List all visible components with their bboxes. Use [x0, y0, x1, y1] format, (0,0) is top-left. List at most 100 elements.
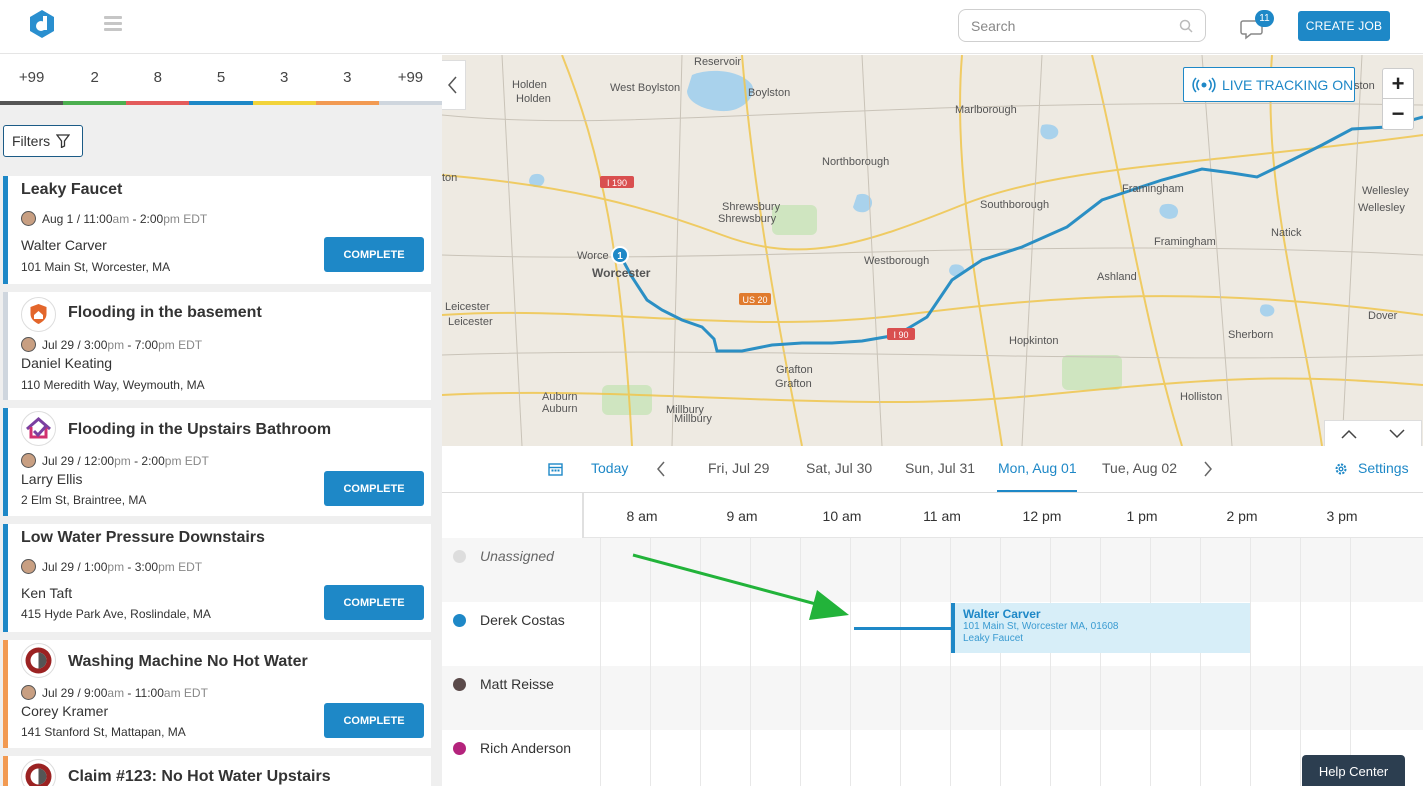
status-count[interactable]: 5: [189, 55, 253, 105]
brand-circle-icon: [21, 759, 56, 786]
avatar: [21, 559, 36, 574]
road-label: I 190: [607, 178, 627, 188]
town-label: Wellesley: [1362, 185, 1409, 197]
job-card[interactable]: Low Water Pressure Downstairs Jul 29 / 1…: [3, 524, 431, 632]
job-address: 2 Elm St, Braintree, MA: [21, 493, 147, 507]
today-button[interactable]: Today: [591, 460, 628, 476]
avatar: [21, 211, 36, 226]
zoom-out-button[interactable]: −: [1383, 99, 1413, 129]
avatar: [21, 685, 36, 700]
search-input[interactable]: [971, 17, 1179, 34]
complete-button[interactable]: COMPLETE: [324, 237, 424, 272]
scheduled-job-block[interactable]: Walter Carver 101 Main St, Worcester MA,…: [951, 603, 1250, 653]
town-label: Holden: [512, 79, 547, 91]
complete-button[interactable]: COMPLETE: [324, 585, 424, 620]
job-card[interactable]: Leaky Faucet Aug 1 / 11:00am - 2:00pm ED…: [3, 176, 431, 284]
search-box[interactable]: [958, 9, 1206, 42]
town-label: West Boylston: [610, 82, 680, 94]
chevron-left-icon[interactable]: [656, 461, 666, 477]
map-size-toggles: [1324, 420, 1422, 447]
customer-name: Daniel Keating: [21, 355, 113, 371]
gear-icon[interactable]: [1334, 462, 1348, 476]
job-card[interactable]: Claim #123: No Hot Water Upstairs: [3, 756, 431, 786]
lane-technician[interactable]: Derek Costas: [442, 602, 1423, 666]
hour-gridline: [600, 538, 601, 786]
hour-label: 2 pm: [1226, 508, 1258, 524]
job-title: Claim #123: No Hot Water Upstairs: [68, 768, 331, 785]
chevron-up-icon: [1341, 429, 1357, 439]
customer-name: Ken Taft: [21, 585, 73, 601]
town-label: Grafton: [776, 364, 813, 376]
filters-button[interactable]: Filters: [3, 125, 83, 157]
town-label: Boylston: [748, 87, 790, 99]
notifications-button[interactable]: 11: [1240, 10, 1274, 40]
status-count[interactable]: 3: [315, 55, 379, 105]
town-label: Sherborn: [1228, 329, 1273, 341]
status-count[interactable]: 2: [63, 55, 127, 105]
live-tracking-button[interactable]: LIVE TRACKING ON: [1183, 67, 1355, 102]
day-tab-active[interactable]: Mon, Aug 01: [998, 460, 1077, 476]
calendar-icon[interactable]: [548, 462, 563, 476]
day-tab[interactable]: Tue, Aug 02: [1102, 460, 1177, 476]
zoom-in-button[interactable]: +: [1383, 69, 1413, 99]
town-label: Leicester: [448, 316, 493, 328]
lane-technician[interactable]: Rich Anderson: [442, 730, 1423, 786]
town-label: Reservoir: [694, 56, 741, 68]
settings-button[interactable]: Settings: [1358, 460, 1409, 476]
job-title: Leaky Faucet: [21, 181, 123, 198]
event-customer: Walter Carver: [963, 607, 1041, 621]
status-counts: +99 2 8 5 3 3 +99: [0, 55, 442, 105]
search-icon[interactable]: [1179, 19, 1193, 33]
job-title: Flooding in the Upstairs Bathroom: [68, 421, 332, 438]
status-count[interactable]: +99: [378, 55, 442, 105]
day-tab[interactable]: Sun, Jul 31: [905, 460, 975, 476]
hour-gridline: [1100, 538, 1101, 786]
status-count[interactable]: +99: [0, 55, 64, 105]
status-count[interactable]: 8: [126, 55, 190, 105]
town-label: ston: [1354, 80, 1375, 92]
town-label: Dover: [1368, 310, 1398, 322]
town-label: Framingham: [1122, 183, 1184, 195]
complete-button[interactable]: COMPLETE: [324, 703, 424, 738]
day-tab[interactable]: Sat, Jul 30: [806, 460, 872, 476]
map-canvas[interactable]: I 190 US 20 I 90 1 Reservoir Holden Hold…: [442, 55, 1423, 446]
app-logo-icon[interactable]: [28, 9, 56, 39]
collapse-panel-button[interactable]: [442, 60, 466, 110]
avatar: [21, 453, 36, 468]
job-card[interactable]: Flooding in the basement Jul 29 / 3:00pm…: [3, 292, 431, 400]
hour-header: 8 am 9 am 10 am 11 am 12 pm 1 pm 2 pm 3 …: [584, 493, 1423, 538]
hour-gridline: [1000, 538, 1001, 786]
status-count[interactable]: 3: [252, 55, 316, 105]
day-tab[interactable]: Fri, Jul 29: [708, 460, 769, 476]
expand-up-button[interactable]: [1325, 421, 1373, 446]
brand-circle-icon: [21, 643, 56, 678]
town-label: Marlborough: [955, 104, 1017, 116]
active-day-underline: [997, 490, 1077, 492]
lane-technician[interactable]: Matt Reisse: [442, 666, 1423, 730]
job-address: 101 Main St, Worcester, MA: [21, 260, 171, 274]
job-card[interactable]: Flooding in the Upstairs Bathroom Jul 29…: [3, 408, 431, 516]
live-tracking-label: LIVE TRACKING ON: [1222, 76, 1354, 93]
town-label: ton: [442, 172, 457, 184]
town-label: Worcester: [592, 266, 651, 280]
map[interactable]: I 190 US 20 I 90 1 Reservoir Holden Hold…: [442, 55, 1423, 446]
complete-button[interactable]: COMPLETE: [324, 471, 424, 506]
hour-label: 12 pm: [1022, 508, 1062, 524]
hour-gridline: [1300, 538, 1301, 786]
menu-icon[interactable]: [104, 16, 122, 32]
hour-label: 11 am: [923, 508, 961, 524]
job-card[interactable]: Washing Machine No Hot Water Jul 29 / 9:…: [3, 640, 431, 748]
tech-color-dot: [453, 550, 466, 563]
town-label: Hopkinton: [1009, 335, 1059, 347]
chevron-right-icon[interactable]: [1203, 461, 1213, 477]
create-job-button[interactable]: CREATE JOB: [1298, 11, 1390, 41]
town-label: Wellesley: [1358, 202, 1405, 214]
town-label: Holden: [516, 93, 551, 105]
lane-unassigned[interactable]: Unassigned: [442, 538, 1423, 602]
town-label: Framingham: [1154, 236, 1216, 248]
hour-gridline: [1350, 538, 1351, 786]
collapse-down-button[interactable]: [1373, 421, 1421, 446]
customer-name: Walter Carver: [21, 237, 107, 253]
town-label: Natick: [1271, 227, 1302, 239]
help-center-button[interactable]: Help Center: [1302, 755, 1405, 786]
